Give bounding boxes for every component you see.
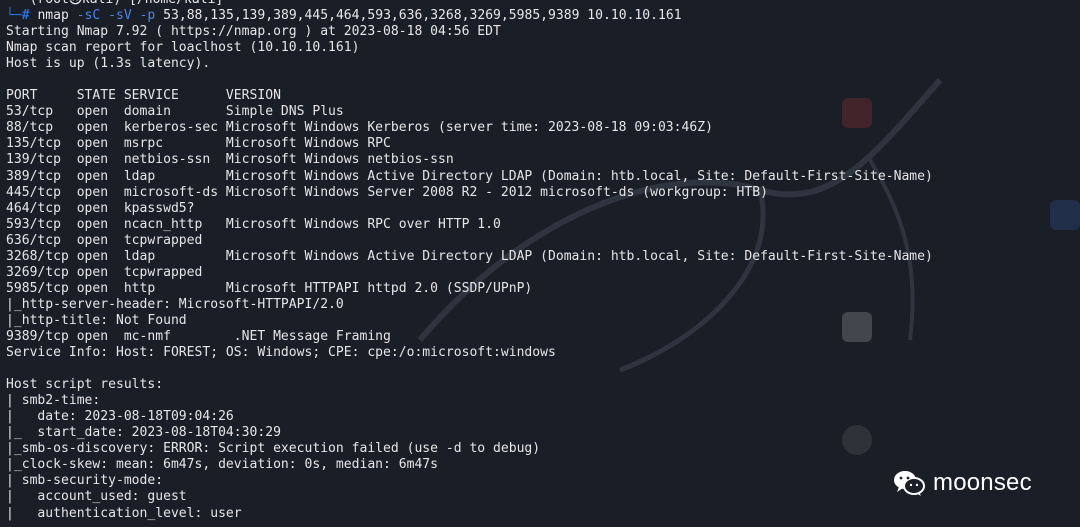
command-name: nmap [37,8,69,24]
terminal-output: └──(root㉿kali)-[/home/kali]└─# nmap -sC … [6,0,933,522]
host-script-header: Host script results: [6,377,164,393]
port-line: 464/tcp open kpasswd5? [6,200,195,216]
script-line: |_smb-os-discovery: ERROR: Script execut… [6,441,541,457]
port-line: 3269/tcp open tcpwrapped [6,264,203,280]
prompt-top-line: └──(root㉿kali)-[/home/kali] [6,0,933,8]
script-line: | smb2-time: [6,393,101,409]
command-flags: -sC -sV -p [76,8,156,24]
output-starting: Starting Nmap 7.92 ( https://nmap.org ) … [6,24,501,40]
script-line: | date: 2023-08-18T09:04:26 [6,409,234,425]
port-line: 139/tcp open netbios-ssn Microsoft Windo… [6,152,454,168]
prompt-hash: # [21,8,30,24]
port-line: 3268/tcp open ldap Microsoft Windows Act… [6,248,933,264]
desktop-icon-blue [1050,200,1080,230]
wechat-icon [894,471,925,496]
port-line: |_http-server-header: Microsoft-HTTPAPI/… [6,296,344,312]
port-line: 88/tcp open kerberos-sec Microsoft Windo… [6,120,713,136]
port-line: 593/tcp open ncacn_http Microsoft Window… [6,216,501,232]
port-line: 389/tcp open ldap Microsoft Windows Acti… [6,168,933,184]
watermark-text: moonsec [933,469,1032,496]
command-args: 53,88,135,139,389,445,464,593,636,3268,3… [163,8,682,24]
output-report: Nmap scan report for loaclhost (10.10.10… [6,40,360,56]
port-line: |_http-title: Not Found [6,312,187,328]
terminal-window[interactable]: └──(root㉿kali)-[/home/kali]└─# nmap -sC … [0,0,1080,527]
port-table-header: PORT STATE SERVICE VERSION [6,88,281,104]
script-line: | smb-security-mode: [6,473,164,489]
script-line: | authentication_level: user [6,505,242,521]
command-line[interactable]: └─# nmap -sC -sV -p 53,88,135,139,389,44… [6,8,933,24]
port-line: 135/tcp open msrpc Microsoft Windows RPC [6,136,391,152]
port-line: 53/tcp open domain Simple DNS Plus [6,104,344,120]
script-line: |_ start_date: 2023-08-18T04:30:29 [6,425,281,441]
port-line: 636/tcp open tcpwrapped [6,232,203,248]
script-line: | account_used: guest [6,489,187,505]
port-line: 445/tcp open microsoft-ds Microsoft Wind… [6,184,768,200]
port-line: 5985/tcp open http Microsoft HTTPAPI htt… [6,280,533,296]
output-blank [6,72,933,88]
port-line: 9389/tcp open mc-nmf .NET Message Framin… [6,328,391,344]
script-line: |_clock-skew: mean: 6m47s, deviation: 0s… [6,457,439,473]
moonsec-watermark: moonsec [893,466,1032,500]
prompt-corner: └─ [6,8,22,24]
service-info: Service Info: Host: FOREST; OS: Windows;… [6,345,556,361]
output-host-up: Host is up (1.3s latency). [6,56,211,72]
output-blank [6,361,933,377]
